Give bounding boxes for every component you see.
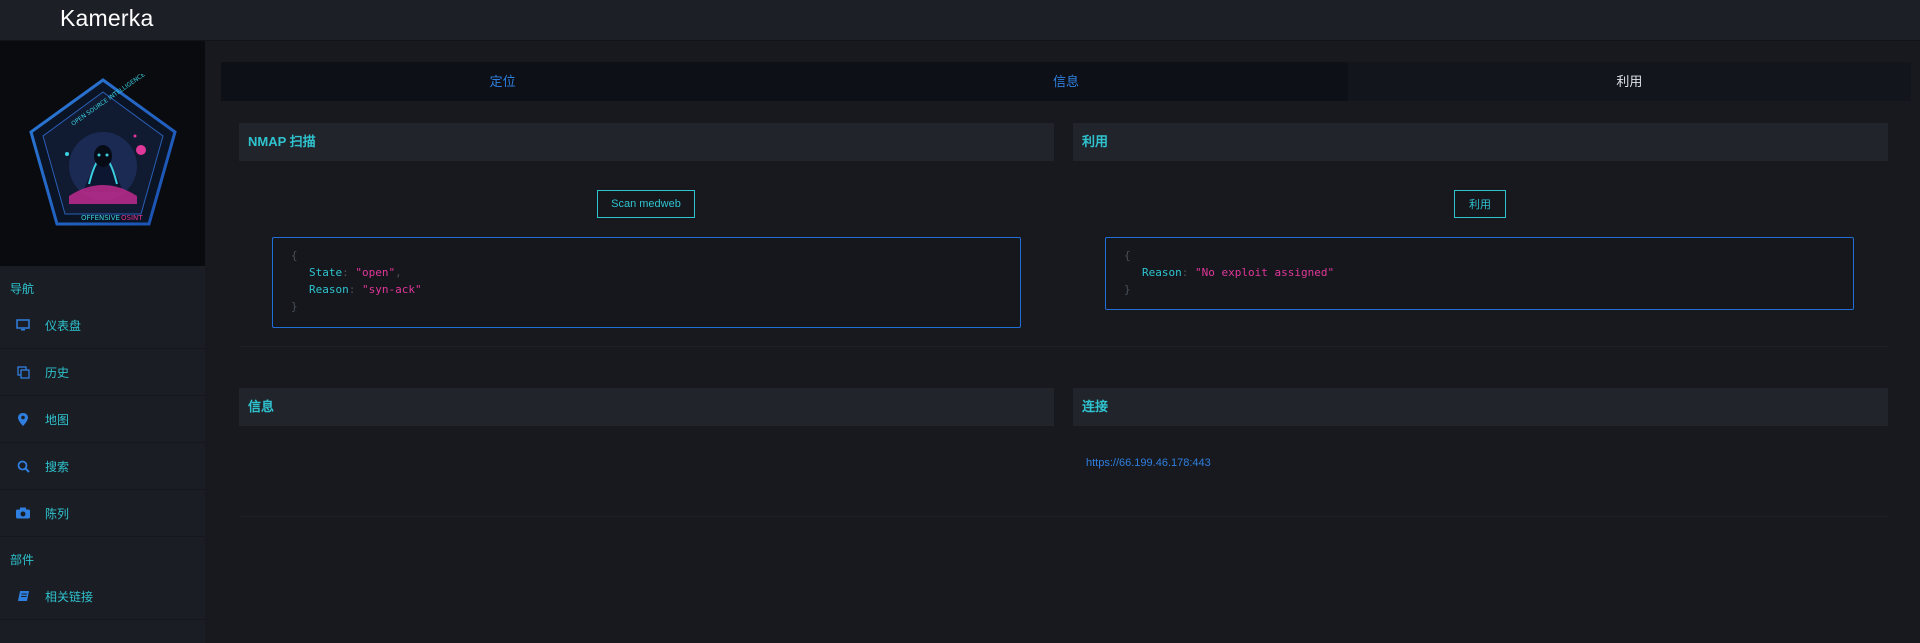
sidebar-item-gallery[interactable]: 陈列 (0, 490, 205, 537)
sidebar-item-history[interactable]: 历史 (0, 349, 205, 396)
json-key: State (309, 266, 343, 279)
parts-section-title: 部件 (10, 553, 35, 567)
connect-link[interactable]: https://66.199.46.178:443 (1086, 457, 1211, 469)
logo-bottom-highlight: OSINT (121, 214, 143, 222)
connect-panel-title: 连接 (1073, 388, 1888, 426)
tab-location[interactable]: 定位 (221, 62, 784, 101)
sidebar-item-label: 地图 (45, 412, 70, 427)
json-value: "syn-ack" (362, 283, 422, 296)
section-divider (239, 346, 1888, 347)
nmap-panel-title: NMAP 扫描 (239, 123, 1054, 161)
sidebar-item-map[interactable]: 地图 (0, 396, 205, 443)
sidebar-item-search[interactable]: 搜索 (0, 443, 205, 490)
brand-logo[interactable]: Kamerka (60, 5, 153, 32)
osint-logo: OPEN SOURCE INTELLIGENCE OFFENSIVE OSINT (0, 41, 205, 266)
sidebar-item-label: 陈列 (45, 506, 70, 521)
top-bar: Kamerka (0, 0, 1920, 41)
scan-button[interactable]: Scan medweb (597, 190, 695, 218)
sidebar-item-dashboard[interactable]: 仪表盘 (0, 302, 205, 349)
json-key: Reason (1142, 266, 1182, 279)
json-open-brace: { (291, 249, 298, 262)
exploit-button[interactable]: 利用 (1454, 190, 1506, 218)
exploit-result-box: { Reason: "No exploit assigned" } (1105, 237, 1854, 310)
sidebar-item-label: 仪表盘 (45, 318, 82, 333)
json-close-brace: } (291, 300, 298, 313)
camera-icon (16, 506, 30, 520)
nav-section-title: 导航 (10, 282, 35, 296)
exploit-panel-title: 利用 (1073, 123, 1888, 161)
tab-exploit[interactable]: 利用 (1347, 62, 1911, 101)
json-row: Reason: "syn-ack" (291, 281, 1020, 298)
json-open-brace: { (1124, 249, 1131, 262)
sidebar-item-label: 历史 (45, 365, 70, 380)
logo-bottom-text: OFFENSIVE (81, 214, 120, 222)
json-value: "No exploit assigned" (1195, 266, 1335, 279)
sidebar-item-related-links[interactable]: 相关链接 (0, 573, 205, 620)
json-row: Reason: "No exploit assigned" (1124, 264, 1853, 281)
info-panel-title: 信息 (239, 388, 1054, 426)
tab-info[interactable]: 信息 (784, 62, 1347, 101)
section-divider (239, 516, 1888, 517)
tab-bar: 定位 信息 利用 (221, 62, 1911, 101)
map-pin-icon (16, 412, 30, 426)
json-key: Reason (309, 283, 349, 296)
book-icon (16, 589, 30, 603)
sidebar: OPEN SOURCE INTELLIGENCE OFFENSIVE OSINT… (0, 41, 205, 643)
copy-icon (16, 365, 30, 379)
osint-emblem-icon: OPEN SOURCE INTELLIGENCE OFFENSIVE OSINT (28, 74, 177, 225)
sidebar-item-label: 相关链接 (45, 589, 94, 604)
sidebar-item-label: 搜索 (45, 459, 70, 474)
search-icon (16, 459, 30, 473)
json-close-brace: } (1124, 283, 1131, 296)
main-content: 定位 信息 利用 NMAP 扫描 Scan medweb { State: "o… (205, 41, 1920, 643)
monitor-icon (16, 318, 30, 332)
nmap-result-box: { State: "open", Reason: "syn-ack" } (272, 237, 1021, 328)
json-row: State: "open", (291, 264, 1020, 281)
json-value: "open" (355, 266, 396, 279)
